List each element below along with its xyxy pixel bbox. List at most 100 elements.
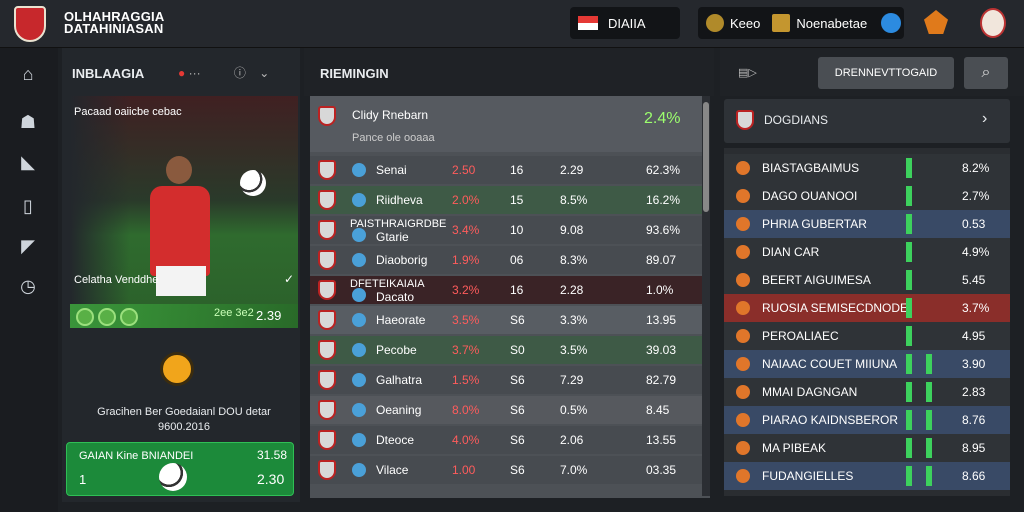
region-selector[interactable]: DIAIIA <box>570 7 680 39</box>
row-name: Riidheva <box>376 193 423 207</box>
list-item-value: 8.2% <box>962 161 990 175</box>
table-row[interactable]: Diaoborig 1.9% 06 8.3% 89.07 <box>310 246 710 274</box>
home-icon[interactable]: ⌂ <box>16 64 40 86</box>
player-shorts <box>156 266 206 296</box>
trend-bar <box>906 466 912 486</box>
hero-mid-text: 2ee 3e2 <box>214 307 254 319</box>
team-icon <box>736 161 750 175</box>
list-item[interactable]: PEROALIAEC 4.95 <box>724 322 1010 350</box>
avatar[interactable] <box>980 8 1006 38</box>
trend-bar <box>906 186 912 206</box>
table-row[interactable]: PAISTHRAIGRDBE Gtarie 3.4% 10 9.08 93.6% <box>310 216 710 244</box>
row-col-1: 2.0% <box>452 193 480 207</box>
crest-icon <box>318 310 336 330</box>
region-label: DIAIIA <box>608 15 646 31</box>
list-item[interactable]: FUDANGIELLES 8.66 <box>724 462 1010 490</box>
list-item-value: 3.90 <box>962 357 986 371</box>
trend-bar-2 <box>926 354 932 374</box>
team-icon <box>736 329 750 343</box>
info-icon[interactable]: ⓘ <box>234 66 246 80</box>
trend-bar <box>906 354 912 374</box>
promo-sub: 9600.2016 <box>158 421 210 433</box>
player-figure <box>150 186 210 276</box>
account-b: Noenabetae <box>796 15 868 31</box>
scrollbar-thumb[interactable] <box>703 102 709 212</box>
book-icon[interactable]: ▯ <box>16 196 40 218</box>
list-item[interactable]: MA PIBEAK 8.95 <box>724 434 1010 462</box>
ball-icon <box>240 170 266 196</box>
users-icon[interactable]: ☗ <box>16 112 40 134</box>
rank-icon[interactable] <box>924 10 948 34</box>
row-col-4: 13.95 <box>646 313 677 327</box>
right-card[interactable]: DOGDIANS › <box>724 99 1010 143</box>
list-item[interactable]: NAIAAC COUET MIIUNA 3.90 <box>724 350 1010 378</box>
table-row[interactable]: Oeaning 8.0% S6 0.5% 8.45 <box>310 396 710 424</box>
list-item-name: MA PIBEAK <box>762 441 827 455</box>
hero-label: Celatha Venddhe <box>74 274 159 286</box>
club-logo[interactable] <box>14 6 46 42</box>
row-col-4: 13.55 <box>646 433 677 447</box>
featured-bet-card[interactable]: GAIAN Kine BNIANDEI 1 31.58 2.30 <box>66 442 294 496</box>
list-item-name: PEROALIAEC <box>762 329 839 343</box>
toggle-icon[interactable]: ▤▷ <box>738 66 757 79</box>
team-icon <box>352 433 366 447</box>
search-icon[interactable]: ⌕ <box>964 57 1008 89</box>
team-icon <box>352 253 366 267</box>
chevron-down-icon[interactable]: ⌄ <box>259 66 269 80</box>
list-item[interactable]: RUOSIA SEMISECDNODE 3.7% <box>724 294 1010 322</box>
row-col-2: S6 <box>510 463 525 477</box>
table-row[interactable]: Senai 2.50 16 2.29 62.3% <box>310 156 710 184</box>
middle-header: RIEMINGIN <box>304 48 714 96</box>
more-icon[interactable]: ··· <box>189 66 204 80</box>
chevron-right-icon[interactable]: › <box>982 110 987 128</box>
hero-score: 2.39 <box>256 308 282 323</box>
notification-badge[interactable] <box>881 13 902 33</box>
list-item[interactable]: PIARAO KAIDNSBEROR 8.76 <box>724 406 1010 434</box>
chart-icon[interactable]: ◣ <box>16 152 40 174</box>
row-col-3: 3.3% <box>560 313 588 327</box>
list-item[interactable]: DAGO OUANOOI 2.7% <box>724 182 1010 210</box>
table-row[interactable]: Pecobe 3.7% S0 3.5% 39.03 <box>310 336 710 364</box>
row-col-2: 10 <box>510 223 524 237</box>
list-item-name: NAIAAC COUET MIIUNA <box>762 357 898 371</box>
table-row[interactable]: DFETEIKAIAIA Dacato 3.2% 16 2.28 1.0% <box>310 276 710 304</box>
table-row[interactable]: Riidheva 2.0% 15 8.5% 16.2% <box>310 186 710 214</box>
row-col-4: 93.6% <box>646 223 681 237</box>
table-row[interactable]: Dteoce 4.0% S6 2.06 13.55 <box>310 426 710 454</box>
row-col-3: 2.06 <box>560 433 584 447</box>
dot-3 <box>120 308 138 326</box>
middle-title: RIEMINGIN <box>320 66 389 81</box>
account-pill[interactable]: Keeo Noenabetae <box>698 7 904 39</box>
crest-icon <box>318 190 336 210</box>
team-icon <box>736 385 750 399</box>
crest-icon <box>736 110 754 130</box>
row-col-2: S6 <box>510 373 525 387</box>
trend-bar <box>906 326 912 346</box>
table-row[interactable]: Haeorate 3.5% S6 3.3% 13.95 <box>310 306 710 334</box>
row-name: Vilace <box>376 463 409 477</box>
list-item[interactable]: BIASTAGBAIMUS 8.2% <box>724 154 1010 182</box>
row-col-2: 16 <box>510 163 524 177</box>
list-item-value: 8.95 <box>962 441 986 455</box>
hero-score-strip: 2ee 3e2 2.39 <box>70 304 298 328</box>
left-panel-options[interactable]: ● ··· ⓘ ⌄ <box>178 64 269 81</box>
featured-title: GAIAN Kine BNIANDEI <box>79 450 194 462</box>
list-item[interactable]: PHRIA GUBERTAR 0.53 <box>724 210 1010 238</box>
list-item[interactable]: MMAI DAGNGAN 2.83 <box>724 378 1010 406</box>
primary-button[interactable]: DRENNEVTTOGAID <box>818 57 954 89</box>
hero-image[interactable] <box>70 96 298 328</box>
check-icon[interactable]: ✓ <box>284 272 294 286</box>
table-row[interactable]: Vilace 1.00 S6 7.0% 03.35 <box>310 456 710 484</box>
clock-icon[interactable]: ◷ <box>16 276 40 298</box>
megaphone-icon[interactable]: ◤ <box>16 236 40 258</box>
list-item-value: 5.45 <box>962 273 986 287</box>
list-item[interactable]: BEERT AIGUIMESA 5.45 <box>724 266 1010 294</box>
table-row[interactable]: Galhatra 1.5% S6 7.29 82.79 <box>310 366 710 394</box>
row-col-4: 62.3% <box>646 163 681 177</box>
table-header-row[interactable]: Clidy Rnebarn Pance ole ooaaa 2.4% <box>310 96 710 152</box>
standings-table: Clidy Rnebarn Pance ole ooaaa 2.4% Senai… <box>310 96 710 498</box>
trend-bar <box>906 298 912 318</box>
list-item[interactable]: DIAN CAR 4.9% <box>724 238 1010 266</box>
trend-bar <box>906 270 912 290</box>
row-col-1: 2.50 <box>452 163 476 177</box>
